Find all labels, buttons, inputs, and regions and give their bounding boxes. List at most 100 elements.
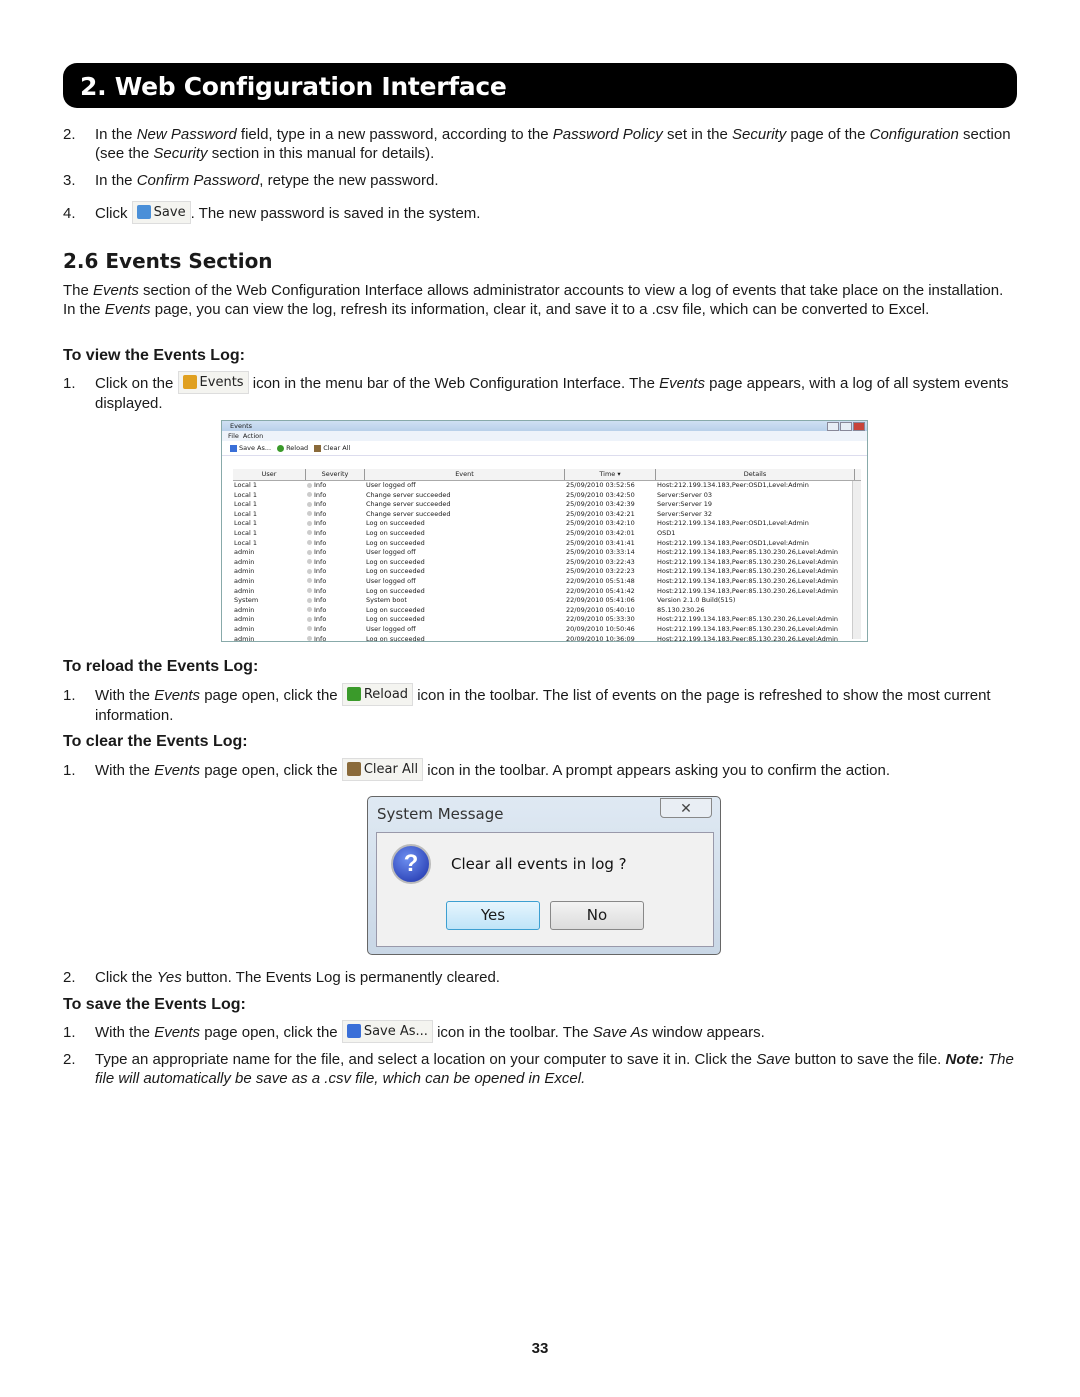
step-item: 1. With the Events page open, click the S… [63,1019,1023,1043]
table-row[interactable]: admin Info Log on succeeded 25/09/2010 03:2… [233,558,861,568]
table-cell: Change server succeeded [366,490,451,499]
events-table: User Severity Event Time ▾ Details Local 1 Inf… [233,469,861,642]
table-row[interactable]: Local 1 Info Change server succeeded 25/09/… [233,491,861,501]
text-run: Events [659,375,705,392]
table-cell: 25/09/2010 03:42:01 [566,528,635,537]
text-run: Events [154,1024,201,1041]
table-row[interactable]: Local 1 Info Change server succeeded 25/09/… [233,500,861,510]
table-cell: 20/09/2010 10:36:09 [566,634,635,642]
column-header[interactable]: User [233,469,306,480]
table-cell: 22/09/2010 05:41:06 [566,596,635,605]
menu-bar: File Action [222,431,867,441]
dialog-close-button[interactable]: ✕ [660,798,712,818]
table-row[interactable]: admin Info User logged off 25/09/2010 03:33… [233,548,861,558]
minimize-icon[interactable] [827,422,839,431]
table-row[interactable]: admin Info User logged off 20/09/2010 10:50… [233,625,861,635]
table-cell: Info [306,548,365,558]
table-row[interactable]: admin Info User logged off 22/09/2010 05:51… [233,577,861,587]
table-row[interactable]: System Info System boot 22/09/2010 05:41:06… [233,596,861,606]
table-cell: 25/09/2010 03:42:21 [566,509,635,518]
column-header[interactable]: Time ▾ [565,469,656,480]
step-number: 4. [63,205,76,222]
window-titlebar: Events [222,421,867,431]
restore-icon[interactable] [840,422,852,431]
save-as-icon [346,1024,361,1039]
column-header[interactable]: Event [365,469,565,480]
table-cell: System boot [366,596,407,605]
subheading-save: To save the Events Log: [63,996,246,1013]
subheading-clear: To clear the Events Log: [63,733,248,750]
table-row[interactable]: Local 1 Info Log on succeeded 25/09/2010 03… [233,519,861,529]
text-run: New Password [136,126,237,143]
menu-action[interactable]: Action [243,432,263,440]
table-cell: Local 1 [234,490,258,499]
table-row[interactable]: admin Info Log on succeeded 22/09/2010 05:3… [233,615,861,625]
text-run: Configuration [869,126,959,143]
table-cell: Info [306,500,365,510]
table-cell: Server:Server 19 [657,500,713,509]
table-cell: Log on succeeded [366,605,425,614]
column-header[interactable]: Severity [306,469,365,480]
table-cell: Host:212.199.134.183,Peer:OSD1,Level:Adm… [657,519,809,528]
table-cell: Local 1 [234,500,258,509]
step-number: 1. [63,1024,76,1041]
step-text: In the New Password field, type in a new… [95,125,1023,163]
table-cell: 85.130.230.26 [657,605,705,614]
table-cell: User logged off [366,481,416,489]
section-title: 2.6 Events Section [63,249,273,273]
text-run: Security [732,126,787,143]
text-run: button to save the file. [790,1051,946,1068]
menu-file[interactable]: File [228,432,239,440]
text-run: Events [93,282,139,299]
table-row[interactable]: admin Info Log on succeeded 22/09/2010 05:4… [233,587,861,597]
text-run: page open, click the [200,762,342,779]
text-run: page of the [786,126,870,143]
clear-all-icon [314,444,322,452]
inline-button-label: Save [153,204,186,220]
step-text: Type an appropriate name for the file, a… [95,1050,1023,1088]
table-row[interactable]: admin Info Log on succeeded 22/09/2010 05:4… [233,606,861,616]
text-run: page open, click the [200,1024,342,1041]
system-message-dialog: System Message ✕ ? Clear all events in l… [367,796,721,955]
text-run: page, you can view the log, refresh its … [150,301,930,318]
save-icon [136,205,151,220]
table-row[interactable]: Local 1 Info User logged off 25/09/2010 03:… [233,481,861,491]
table-cell: admin [234,576,255,585]
table-cell: User logged off [366,624,416,633]
close-icon[interactable] [853,422,865,431]
text-run: Save As [592,1024,649,1041]
yes-button[interactable]: Yes [446,901,540,930]
save-as-button[interactable]: Save As... [230,441,271,455]
table-row[interactable]: admin Info Log on succeeded 25/09/2010 03:2… [233,567,861,577]
table-cell: admin [234,634,255,642]
text-run: icon in the menu bar of the Web Configur… [248,375,660,392]
no-button[interactable]: No [550,901,644,930]
clear-all-button[interactable]: Clear All [314,441,350,455]
table-row[interactable]: Local 1 Info Log on succeeded 25/09/2010 03… [233,529,861,539]
table-cell: Log on succeeded [366,557,425,566]
table-cell: Host:212.199.134.183,Peer:85.130.230.26,… [657,615,838,624]
table-row[interactable]: Local 1 Info Log on succeeded 25/09/2010 03… [233,539,861,549]
table-row[interactable]: admin Info Log on succeeded 20/09/2010 10:3… [233,634,861,642]
text-run: With the [95,1024,155,1041]
table-cell: Info [306,510,365,520]
table-cell: 22/09/2010 05:40:10 [566,605,635,614]
table-cell: admin [234,557,255,566]
table-cell: Info [306,577,365,587]
text-run: Yes [156,969,182,986]
reload-button[interactable]: Reload [277,441,308,455]
table-cell: admin [234,624,255,633]
table-cell: Host:212.199.134.183,Peer:85.130.230.26,… [657,624,838,633]
subheading-view: To view the Events Log: [63,347,245,364]
table-row[interactable]: Local 1 Info Change server succeeded 25/09/… [233,510,861,520]
events-window-screenshot: Events File Action Save As... Reload Clea… [221,420,868,642]
text-run: Click on the [95,375,178,392]
table-cell: Local 1 [234,509,258,518]
table-cell: 25/09/2010 03:22:23 [566,567,635,576]
table-cell: 25/09/2010 03:22:43 [566,557,635,566]
column-header[interactable]: Details [656,469,855,480]
table-cell: Change server succeeded [366,509,451,518]
vertical-scrollbar[interactable] [852,481,861,639]
table-cell: Host:212.199.134.183,Peer:85.130.230.26,… [657,576,838,585]
table-cell: OSD1 [657,528,676,537]
